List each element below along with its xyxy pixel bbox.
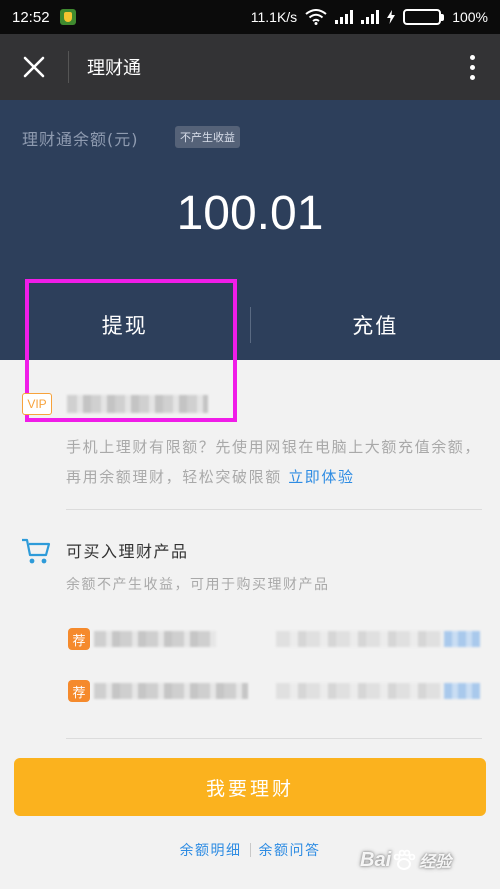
recommend-badge: 荐 <box>68 680 90 702</box>
more-vertical-icon <box>469 54 475 60</box>
product-item[interactable]: 荐 <box>68 628 480 652</box>
blurred-product-rate <box>276 631 442 647</box>
signal-icon-2 <box>361 10 380 24</box>
balance-label: 理财通余额(元) <box>22 130 139 149</box>
page-title: 理财通 <box>87 58 141 79</box>
baidu-watermark: Bai 经验 <box>360 838 490 882</box>
products-title: 可买入理财产品 <box>66 542 189 561</box>
blurred-product-link[interactable] <box>444 683 480 699</box>
withdraw-button[interactable]: 提现 <box>0 310 250 340</box>
blurred-product-link[interactable] <box>444 631 480 647</box>
vip-description: 手机上理财有限额？先使用网银在电脑上大额充值余额，再用余额理财，轻松突破限额 立… <box>66 432 482 492</box>
signal-icon <box>335 10 354 24</box>
more-menu-button[interactable] <box>444 34 500 100</box>
close-icon <box>23 56 45 78</box>
title-bar: 理财通 <box>0 34 500 100</box>
wifi-icon <box>305 9 327 25</box>
try-now-link[interactable]: 立即体验 <box>288 468 354 486</box>
balance-faq-link[interactable]: 余额问答 <box>259 840 321 860</box>
blurred-product-name <box>94 683 248 699</box>
app-notification-icon <box>59 9 76 25</box>
vip-description-text: 手机上理财有限额？先使用网银在电脑上大额充值余额，再用余额理财，轻松突破限额 <box>66 438 482 486</box>
section-divider <box>66 509 482 510</box>
invest-button[interactable]: 我要理财 <box>14 758 486 816</box>
products-description: 余额不产生收益，可用于购买理财产品 <box>66 577 330 593</box>
balance-amount: 100.01 <box>176 187 324 240</box>
status-time: 12:52 <box>12 8 50 26</box>
recommend-badge: 荐 <box>68 628 90 650</box>
paw-icon <box>393 849 416 870</box>
balance-detail-link[interactable]: 余额明细 <box>180 840 242 860</box>
recharge-button[interactable]: 充值 <box>251 310 500 340</box>
vip-badge: VIP <box>22 393 52 415</box>
balance-actions: 提现 充值 <box>0 290 500 360</box>
blurred-product-name <box>94 631 216 647</box>
network-speed: 11.1K/s <box>250 9 298 25</box>
no-yield-badge: 不产生收益 <box>175 126 240 148</box>
title-divider <box>68 51 69 83</box>
cart-icon <box>22 538 51 564</box>
status-bar: 12:52 11.1K/s 100% <box>0 0 500 34</box>
section-divider <box>66 738 482 739</box>
watermark-subtext: 经验 <box>419 854 452 871</box>
battery-percent: 100% <box>452 9 488 25</box>
blurred-account-name <box>67 395 208 413</box>
close-button[interactable] <box>0 34 68 100</box>
footer-divider <box>249 843 251 857</box>
blurred-product-rate <box>276 683 442 699</box>
watermark-text: Bai <box>360 848 392 871</box>
product-item[interactable]: 荐 <box>68 680 480 704</box>
balance-panel: 理财通余额(元) 不产生收益 100.01 提现 充值 <box>0 100 500 360</box>
battery-icon <box>403 9 445 25</box>
charging-icon <box>387 10 396 24</box>
status-right: 11.1K/s 100% <box>251 9 488 25</box>
